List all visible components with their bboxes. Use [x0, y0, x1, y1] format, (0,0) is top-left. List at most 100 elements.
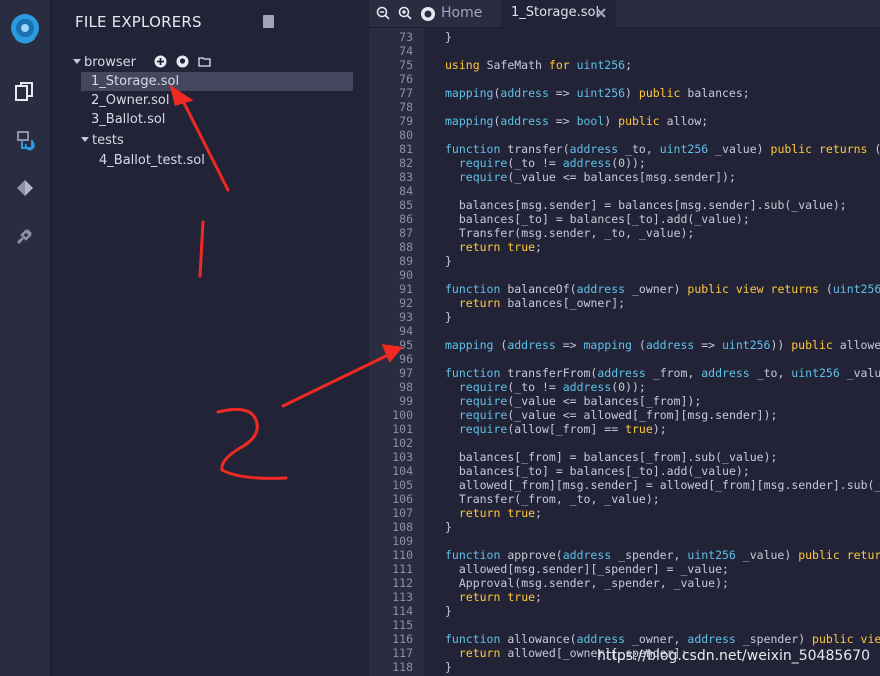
- code-line: balances[_to] = balances[_to].add(_value…: [458, 212, 750, 226]
- compiler-icon[interactable]: [13, 128, 37, 152]
- line-number: 113: [392, 590, 413, 604]
- line-number: 99: [399, 394, 413, 408]
- line-number: 110: [392, 548, 413, 562]
- code-editor[interactable]: } using SafeMath for uint256; mapping(addr…: [424, 28, 880, 676]
- line-number: 95: [399, 338, 413, 352]
- code-line: }: [445, 604, 452, 618]
- line-number: 73: [399, 30, 413, 44]
- code-line: }: [445, 520, 452, 534]
- code-line: balances[_to] = balances[_to].add(_value…: [458, 464, 750, 478]
- line-number: 118: [392, 660, 413, 674]
- code-line: require(_value <= allowed[_from][msg.sen…: [458, 408, 778, 422]
- line-number: 77: [399, 86, 413, 100]
- code-line: Transfer(_from, _to, _value);: [458, 492, 660, 506]
- code-line: Approval(msg.sender, _spender, _value);: [458, 576, 729, 590]
- file-label: 1_Storage.sol: [91, 74, 180, 89]
- folder-tests[interactable]: tests: [81, 131, 124, 150]
- line-number: 74: [399, 44, 413, 58]
- line-number: 103: [392, 450, 413, 464]
- line-number: 84: [399, 184, 413, 198]
- line-number: 83: [399, 170, 413, 184]
- icon-panel: [0, 0, 51, 676]
- line-number: 111: [392, 562, 413, 576]
- file-item-owner[interactable]: 2_Owner.sol: [91, 91, 170, 110]
- line-number: 91: [399, 282, 413, 296]
- caret-down-icon: [73, 59, 81, 64]
- code-line: function transfer(address _to, uint256 _…: [445, 142, 880, 156]
- tab-bar: Home 1_Storage.sol: [369, 0, 880, 28]
- code-line: allowed[_from][msg.sender] = allowed[_fr…: [458, 478, 880, 492]
- line-number: 108: [392, 520, 413, 534]
- code-line: mapping(address => uint256) public balan…: [445, 86, 750, 100]
- code-line: return true;: [458, 240, 542, 254]
- close-icon[interactable]: [594, 6, 608, 20]
- line-number: 87: [399, 226, 413, 240]
- code-line: function approve(address _spender, uint2…: [445, 548, 880, 562]
- file-item-storage[interactable]: 1_Storage.sol: [81, 72, 353, 91]
- caret-down-icon: [81, 137, 89, 142]
- code-line: require(_value <= balances[msg.sender]);: [458, 170, 736, 184]
- line-number: 112: [392, 576, 413, 590]
- line-number: 75: [399, 58, 413, 72]
- line-number: 92: [399, 296, 413, 310]
- panel-title: FILE EXPLORERS: [75, 13, 202, 31]
- code-line: return true;: [458, 590, 542, 604]
- file-item-ballot[interactable]: 3_Ballot.sol: [91, 110, 165, 129]
- file-label: 2_Owner.sol: [91, 93, 170, 108]
- line-number: 93: [399, 310, 413, 324]
- line-number: 88: [399, 240, 413, 254]
- line-number: 109: [392, 534, 413, 548]
- code-line: balances[msg.sender] = balances[msg.send…: [458, 198, 847, 212]
- zoom-out-icon[interactable]: [376, 6, 390, 20]
- zoom-in-icon[interactable]: [398, 6, 412, 20]
- code-line: Transfer(msg.sender, _to, _value);: [458, 226, 695, 240]
- line-number: 80: [399, 128, 413, 142]
- code-line: return true;: [458, 506, 542, 520]
- folder-label: browser: [84, 55, 137, 70]
- code-line: function transferFrom(address _from, add…: [445, 366, 880, 380]
- file-explorer-panel: FILE EXPLORERS browser 1_Storage.sol 2_O…: [51, 0, 369, 676]
- line-number: 115: [392, 618, 413, 632]
- line-number: 86: [399, 212, 413, 226]
- code-line: allowed[msg.sender][_spender] = _value;: [458, 562, 729, 576]
- line-number: 101: [392, 422, 413, 436]
- open-folder-icon[interactable]: [198, 55, 211, 68]
- tab-label: Home: [441, 5, 483, 21]
- line-number: 76: [399, 72, 413, 86]
- watermark-text: https://blog.csdn.net/weixin_50485670: [596, 648, 870, 664]
- file-label: 4_Ballot_test.sol: [99, 153, 205, 168]
- code-line: require(allow[_from] == true);: [458, 422, 667, 436]
- code-line: }: [445, 660, 452, 674]
- code-line: return balances[_owner];: [458, 296, 626, 310]
- line-number: 94: [399, 324, 413, 338]
- line-number: 90: [399, 268, 413, 282]
- tab-storage[interactable]: 1_Storage.sol: [502, 0, 616, 28]
- file-explorer-icon[interactable]: [13, 80, 37, 104]
- folder-label: tests: [92, 133, 124, 148]
- documentation-icon[interactable]: [263, 15, 274, 28]
- remix-home-icon: [421, 7, 435, 21]
- code-line: require(_to != address(0));: [458, 380, 646, 394]
- deploy-icon[interactable]: [13, 176, 37, 200]
- line-number: 106: [392, 492, 413, 506]
- line-number: 107: [392, 506, 413, 520]
- line-number: 78: [399, 100, 413, 114]
- code-line: using SafeMath for uint256;: [445, 58, 633, 72]
- line-number: 104: [392, 464, 413, 478]
- line-number: 96: [399, 352, 413, 366]
- line-number: 82: [399, 156, 413, 170]
- github-icon[interactable]: [176, 55, 189, 68]
- file-item-ballot-test[interactable]: 4_Ballot_test.sol: [99, 151, 205, 170]
- line-number: 89: [399, 254, 413, 268]
- editor-panel: Home 1_Storage.sol 73 74 75 76 77 78 79 80 81 82 8…: [369, 0, 880, 676]
- code-line: }: [445, 310, 452, 324]
- plugin-manager-icon[interactable]: [13, 224, 37, 248]
- line-number: 97: [399, 366, 413, 380]
- remix-logo-icon[interactable]: [6, 10, 44, 48]
- line-number-gutter: 73 74 75 76 77 78 79 80 81 82 83 84 85 86 87 88 89 90 91 92…: [369, 28, 424, 676]
- tab-label: 1_Storage.sol: [511, 5, 600, 20]
- code-line: mapping(address => bool) public allow;: [445, 114, 709, 128]
- create-file-icon[interactable]: [154, 55, 167, 68]
- folder-browser[interactable]: browser: [73, 53, 163, 72]
- code-line: require(_value <= balances[_from]);: [458, 394, 702, 408]
